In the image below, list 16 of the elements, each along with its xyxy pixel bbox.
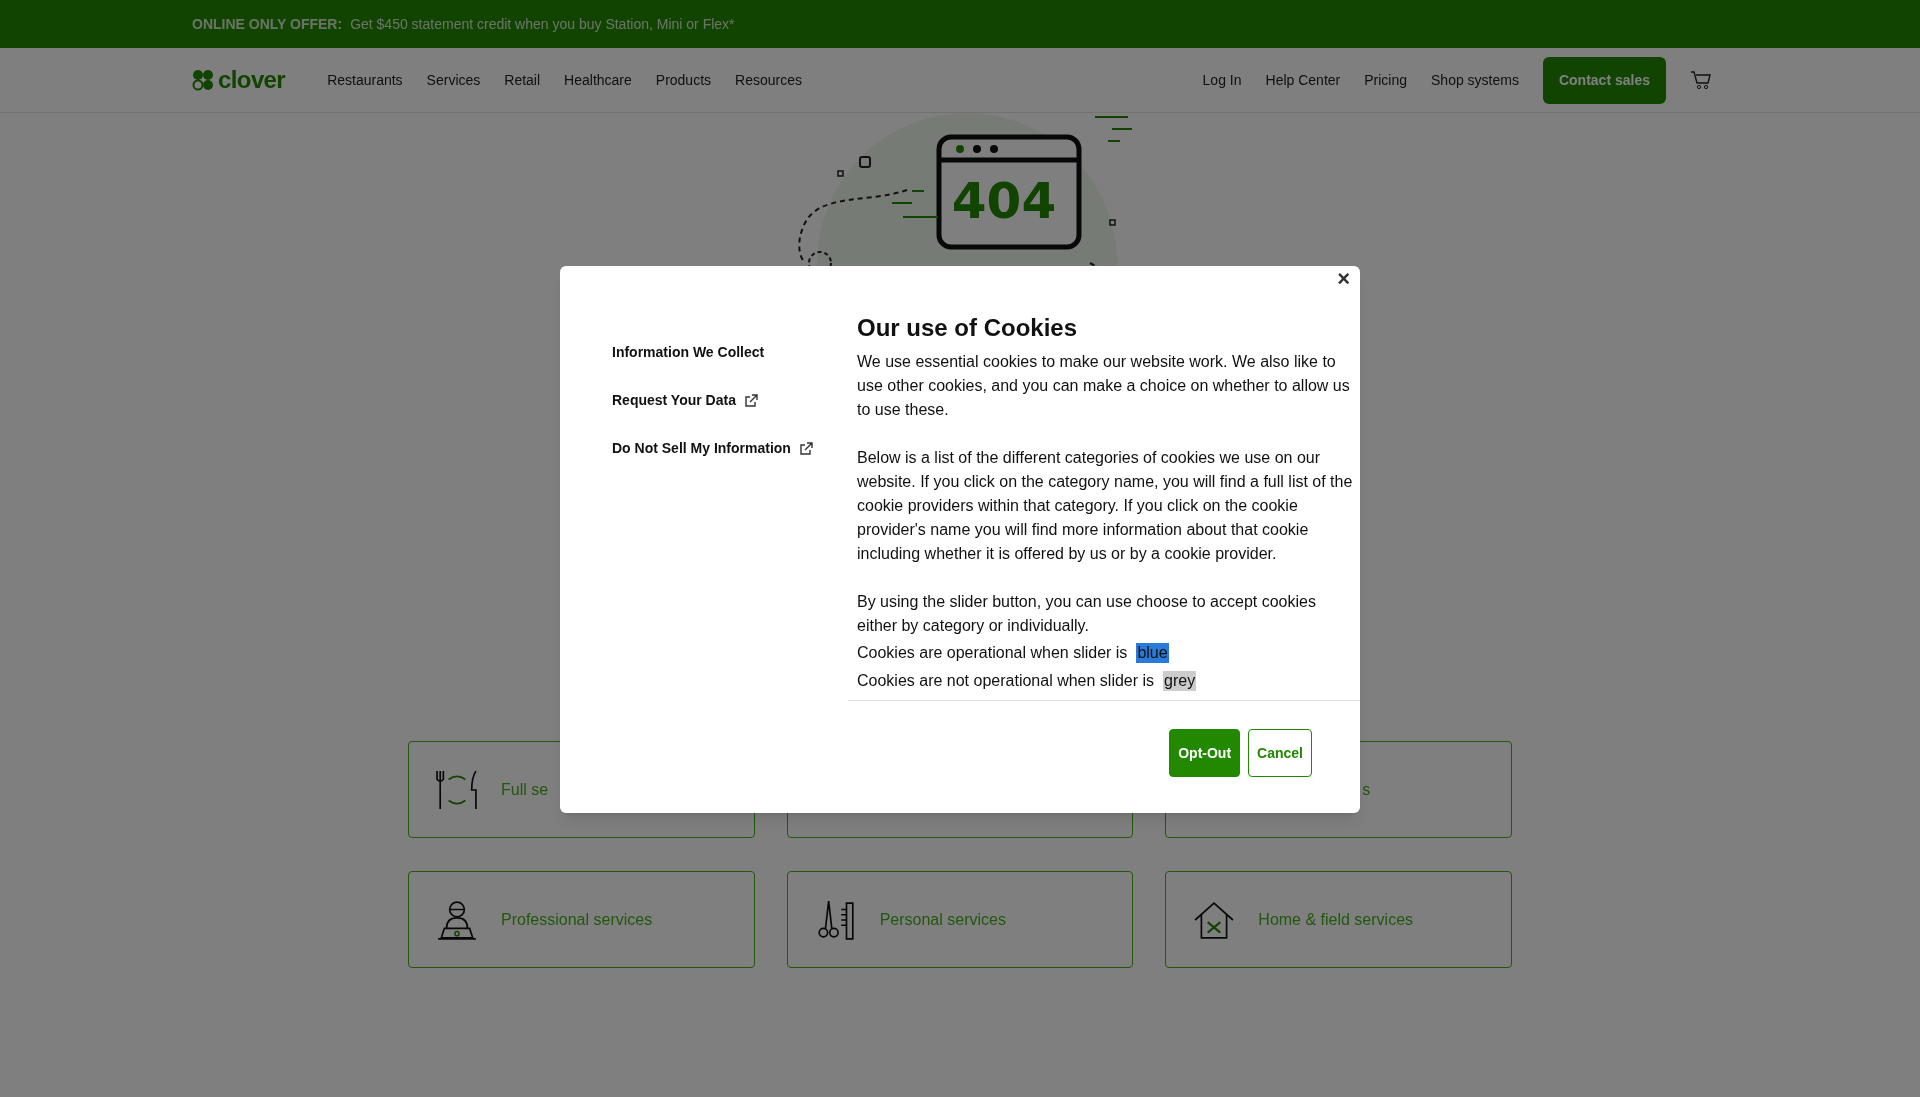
dialog-paragraph: We use essential cookies to make our website work. We also like to use other cookies, and you can make a choice on whether to allow us to use these.	[857, 352, 1351, 420]
card-title: Professional services	[501, 909, 653, 930]
card-title: Full se	[501, 779, 549, 800]
error-code: 404	[951, 172, 1057, 230]
dialog-paragraph: Below is a list of the different categories of cookies we use on our website. If you click on the category name, you will find a full list of the cookie providers within that category. If you click on the cookie provider's name you will find more information about that cookie including whether it is offered by us or by a cookie provider.	[857, 448, 1354, 564]
legend-text: Cookies are not operational when slider is	[857, 671, 1155, 691]
legend-swatch: grey	[1163, 671, 1197, 691]
dialog-paragraph: By using the slider button, you can use choose to accept cookies either by category or individually.	[857, 592, 1317, 636]
card-title: Personal services	[879, 909, 1006, 930]
offer-label: ONLINE ONLY OFFER:	[192, 14, 343, 34]
dialog-title: Our use of Cookies	[857, 316, 1079, 340]
legend-swatch: blue	[1136, 643, 1169, 663]
legend-text: Cookies are operational when slider is	[857, 643, 1128, 663]
card-title: s	[1362, 779, 1371, 800]
offer-text: Get $450 statement credit when you buy Station, Mini or Flex*	[350, 14, 735, 34]
card-title: Home & field services	[1258, 909, 1414, 930]
